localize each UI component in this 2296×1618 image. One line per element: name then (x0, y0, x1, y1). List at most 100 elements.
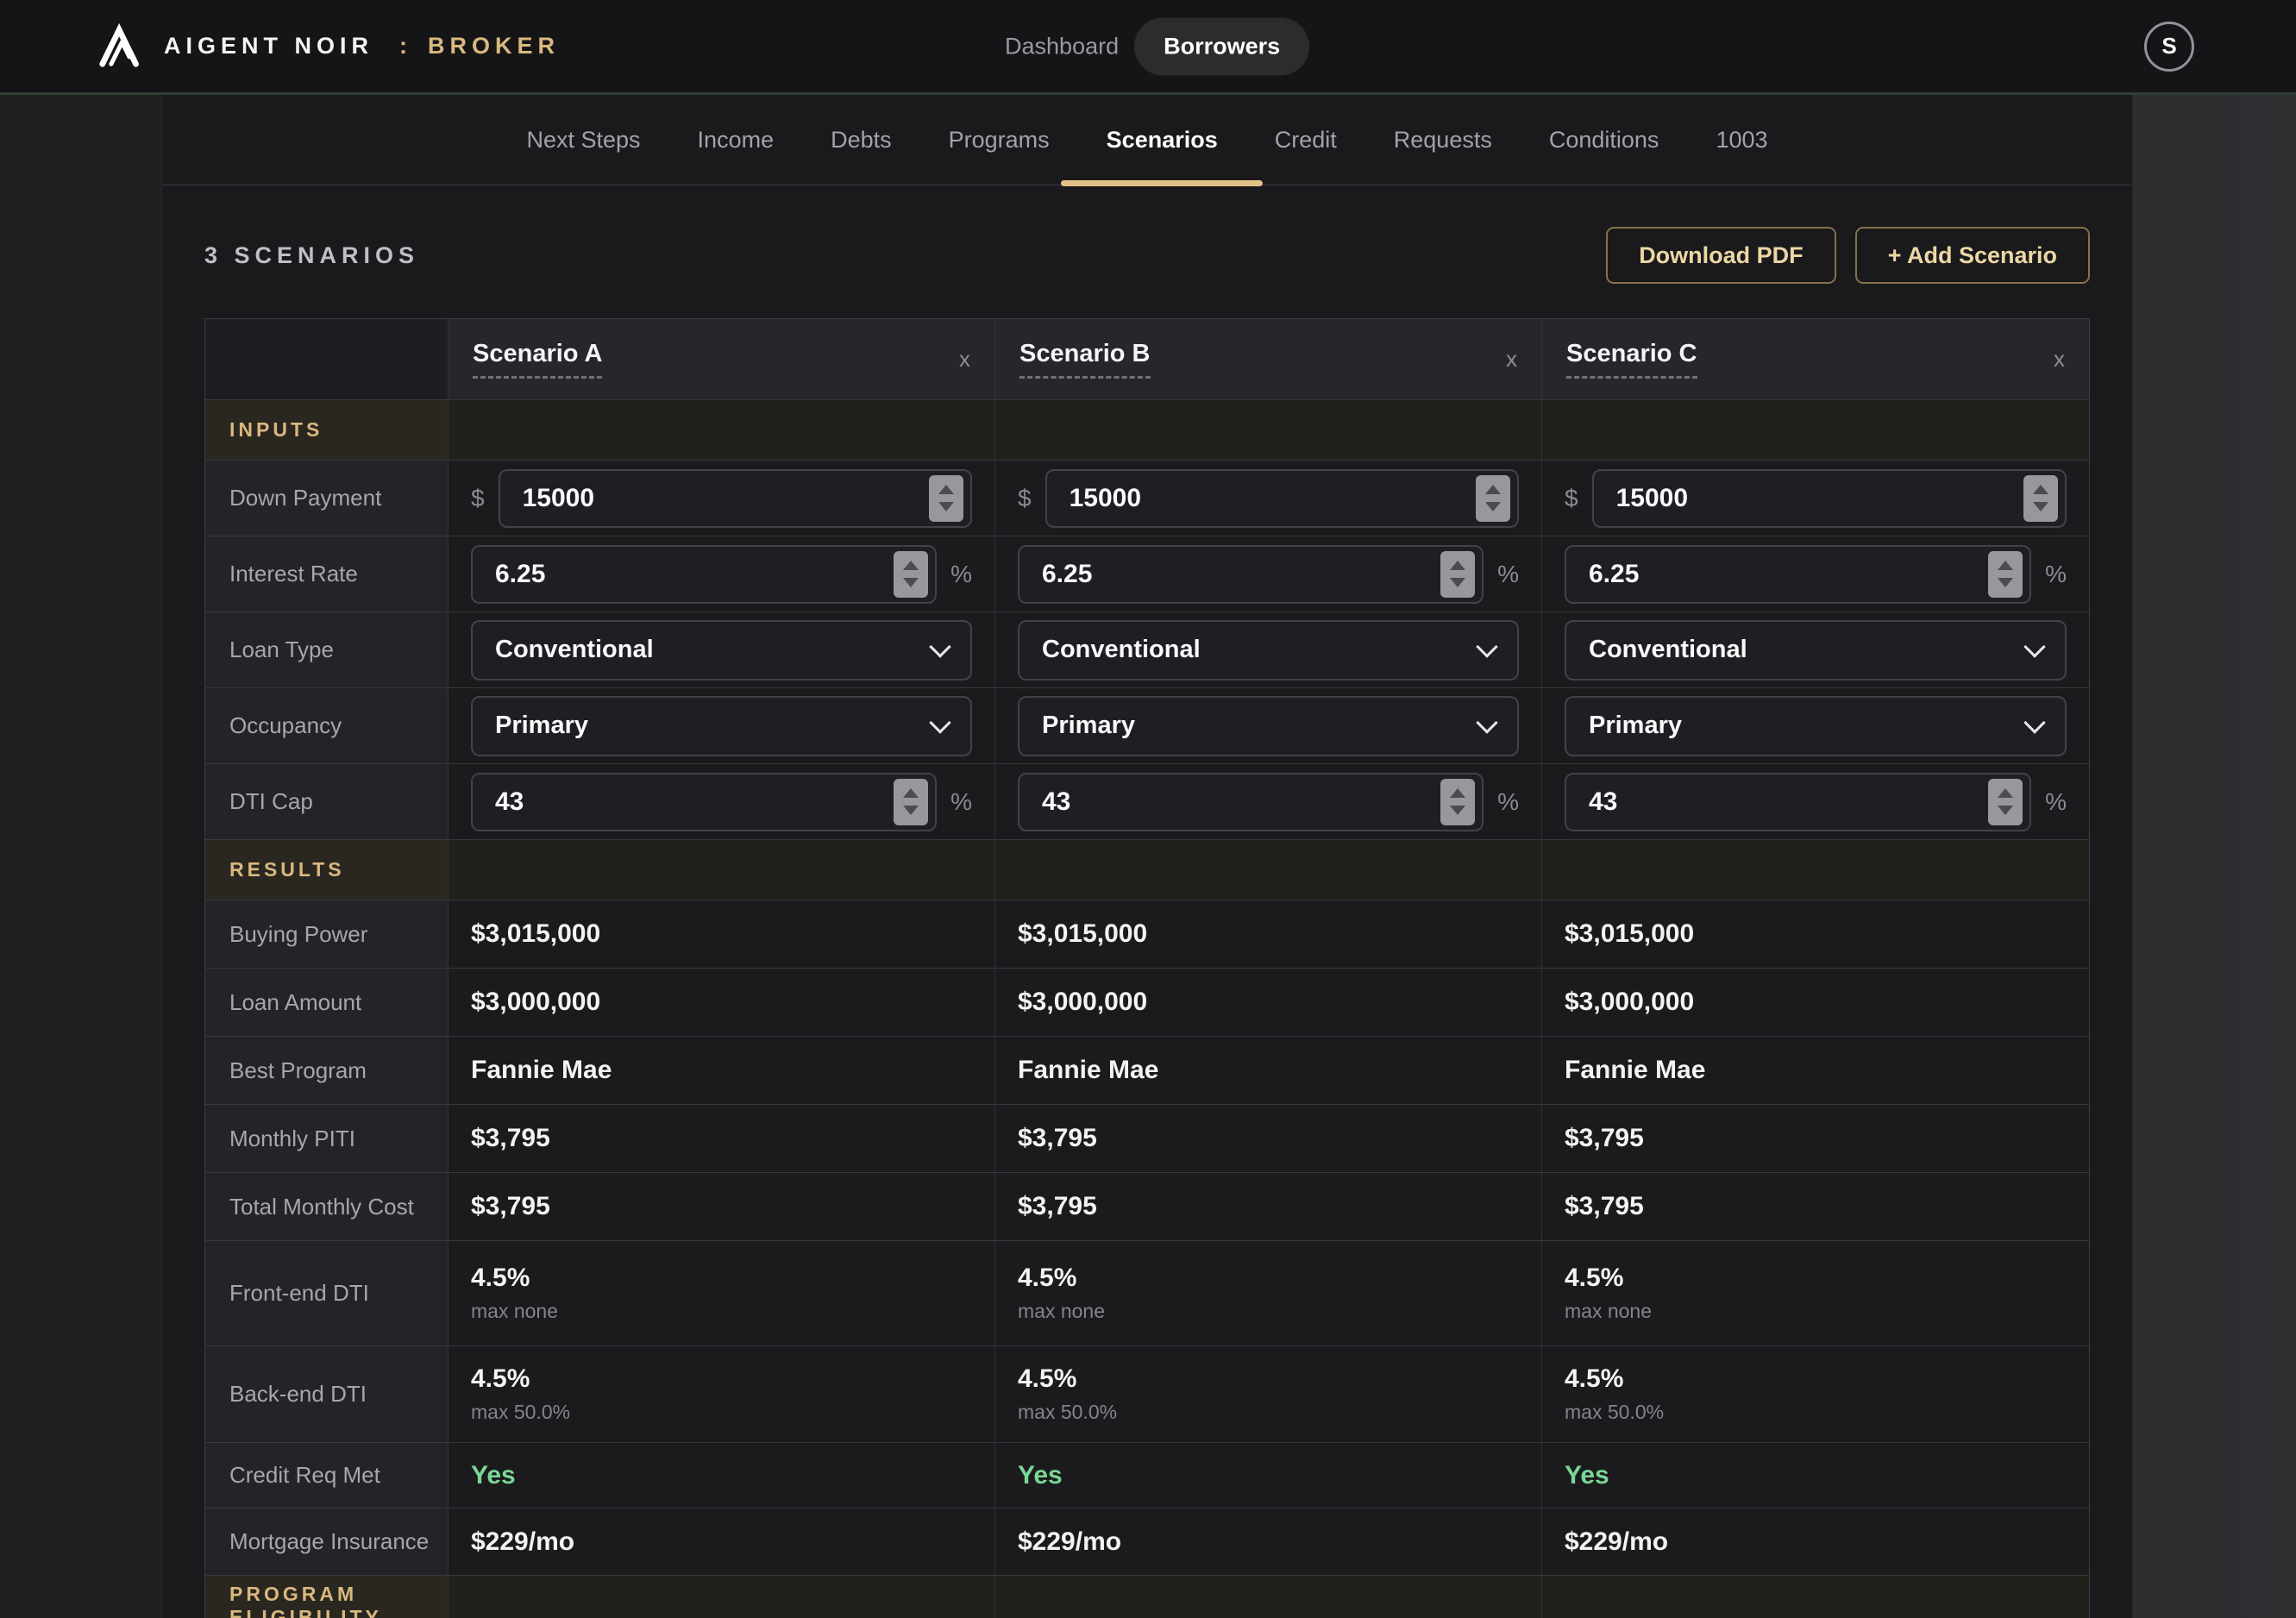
nav-dashboard[interactable]: Dashboard (1005, 33, 1119, 60)
top-header: AIGENT NOIR : BROKER Dashboard Borrowers… (0, 0, 2296, 95)
back-end-dti-value: 4.5% (471, 1364, 530, 1394)
tab-1003[interactable]: 1003 (1716, 95, 1767, 185)
stepper-icon[interactable] (1988, 551, 2023, 598)
row-occupancy: Occupancy Primary Primary Primary (205, 688, 2089, 764)
add-scenario-button[interactable]: + Add Scenario (1855, 227, 2090, 284)
row-dti-cap: DTI Cap % (205, 764, 2089, 840)
stepper-icon[interactable] (1440, 551, 1475, 598)
row-front-end-dti: Front-end DTI 4.5% max none 4.5% max non… (205, 1241, 2089, 1346)
best-program-value: Fannie Mae (1018, 1056, 1158, 1085)
percent-suffix: % (950, 561, 972, 588)
row-total-monthly-cost: Total Monthly Cost $3,795 $3,795 $3,795 (205, 1173, 2089, 1241)
stepper-icon[interactable] (894, 551, 928, 598)
scenario-b-name[interactable]: Scenario B (1019, 340, 1151, 379)
tab-debts[interactable]: Debts (831, 95, 892, 185)
row-back-end-dti: Back-end DTI 4.5% max 50.0% 4.5% max 50.… (205, 1346, 2089, 1443)
brand-logo-icon (97, 23, 143, 70)
tab-scenarios[interactable]: Scenarios (1107, 95, 1218, 185)
total-monthly-cost-value: $3,795 (1018, 1192, 1097, 1221)
row-label: Total Monthly Cost (205, 1173, 449, 1240)
loan-amount-value: $3,000,000 (1565, 988, 1694, 1017)
tab-credit[interactable]: Credit (1275, 95, 1337, 185)
occupancy-select-a[interactable]: Primary (471, 696, 972, 756)
chevron-down-icon (1476, 712, 1497, 733)
stepper-icon[interactable] (1440, 779, 1475, 825)
row-label: Down Payment (205, 461, 449, 536)
back-end-dti-max: max 50.0% (1565, 1401, 1664, 1424)
tab-requests[interactable]: Requests (1394, 95, 1492, 185)
header-empty-cell (205, 319, 449, 399)
interest-rate-input-b[interactable] (1018, 545, 1484, 604)
loan-type-select-a[interactable]: Conventional (471, 620, 972, 680)
stepper-icon[interactable] (1988, 779, 2023, 825)
toolbar-buttons: Download PDF + Add Scenario (1606, 227, 2090, 284)
occupancy-select-b[interactable]: Primary (1018, 696, 1519, 756)
nav-borrowers[interactable]: Borrowers (1134, 17, 1309, 75)
brand-separator: : (399, 33, 407, 60)
loan-type-select-b[interactable]: Conventional (1018, 620, 1519, 680)
loan-type-select-c[interactable]: Conventional (1565, 620, 2067, 680)
row-label: Front-end DTI (205, 1241, 449, 1345)
row-label: Back-end DTI (205, 1346, 449, 1442)
section-inputs-label: INPUTS (205, 400, 449, 460)
buying-power-value: $3,015,000 (1018, 919, 1147, 949)
scenario-a-name[interactable]: Scenario A (473, 340, 602, 379)
scenario-c-name[interactable]: Scenario C (1566, 340, 1697, 379)
download-pdf-button[interactable]: Download PDF (1606, 227, 1836, 284)
stepper-icon[interactable] (2023, 475, 2058, 522)
front-end-dti-max: max none (471, 1300, 558, 1323)
stepper-icon[interactable] (929, 475, 963, 522)
tab-conditions[interactable]: Conditions (1549, 95, 1659, 185)
interest-rate-input-c[interactable] (1565, 545, 2031, 604)
down-payment-input-b[interactable] (1045, 469, 1519, 528)
tab-next-steps[interactable]: Next Steps (526, 95, 640, 185)
interest-rate-input-a[interactable] (471, 545, 937, 604)
mortgage-insurance-value: $229/mo (471, 1527, 574, 1557)
loan-amount-value: $3,000,000 (471, 988, 600, 1017)
scenario-a-close-icon[interactable]: x (959, 346, 970, 373)
dti-cap-input-a[interactable] (471, 773, 937, 831)
chevron-down-icon (2023, 712, 2045, 733)
front-end-dti-value: 4.5% (1565, 1264, 1623, 1293)
dti-cap-input-c[interactable] (1565, 773, 2031, 831)
tab-income[interactable]: Income (698, 95, 775, 185)
row-label: Buying Power (205, 900, 449, 968)
stepper-icon[interactable] (1476, 475, 1510, 522)
chevron-down-icon (2023, 636, 2045, 657)
tab-bar: Next Steps Income Debts Programs Scenari… (162, 95, 2132, 185)
best-program-value: Fannie Mae (471, 1056, 612, 1085)
dollar-prefix: $ (1565, 485, 1578, 512)
monthly-piti-value: $3,795 (1565, 1124, 1644, 1153)
dti-cap-input-b[interactable] (1018, 773, 1484, 831)
scenario-c-close-icon[interactable]: x (2054, 346, 2065, 373)
scenario-b-close-icon[interactable]: x (1506, 346, 1517, 373)
section-program-eligibility-label: PROGRAM ELIGIBILITY (205, 1576, 449, 1618)
total-monthly-cost-value: $3,795 (1565, 1192, 1644, 1221)
tab-programs[interactable]: Programs (949, 95, 1050, 185)
back-end-dti-value: 4.5% (1018, 1364, 1076, 1394)
row-down-payment: Down Payment $ $ (205, 461, 2089, 536)
user-avatar[interactable]: S (2144, 22, 2194, 72)
credit-req-met-value: Yes (471, 1461, 516, 1490)
down-payment-input-c[interactable] (1592, 469, 2067, 528)
back-end-dti-value: 4.5% (1565, 1364, 1623, 1394)
content-panel: Next Steps Income Debts Programs Scenari… (161, 95, 2133, 1618)
row-buying-power: Buying Power $3,015,000 $3,015,000 $3,01… (205, 900, 2089, 969)
row-monthly-piti: Monthly PITI $3,795 $3,795 $3,795 (205, 1105, 2089, 1173)
total-monthly-cost-value: $3,795 (471, 1192, 550, 1221)
back-end-dti-max: max 50.0% (1018, 1401, 1117, 1424)
mortgage-insurance-value: $229/mo (1565, 1527, 1668, 1557)
front-end-dti-value: 4.5% (1018, 1264, 1076, 1293)
section-results: RESULTS (205, 840, 2089, 900)
percent-suffix: % (1497, 561, 1519, 588)
down-payment-input-a[interactable] (499, 469, 972, 528)
row-label: Loan Amount (205, 969, 449, 1036)
monthly-piti-value: $3,795 (1018, 1124, 1097, 1153)
section-inputs: INPUTS (205, 400, 2089, 461)
loan-amount-value: $3,000,000 (1018, 988, 1147, 1017)
stepper-icon[interactable] (894, 779, 928, 825)
occupancy-select-c[interactable]: Primary (1565, 696, 2067, 756)
row-label: Best Program (205, 1037, 449, 1104)
dollar-prefix: $ (471, 485, 485, 512)
monthly-piti-value: $3,795 (471, 1124, 550, 1153)
